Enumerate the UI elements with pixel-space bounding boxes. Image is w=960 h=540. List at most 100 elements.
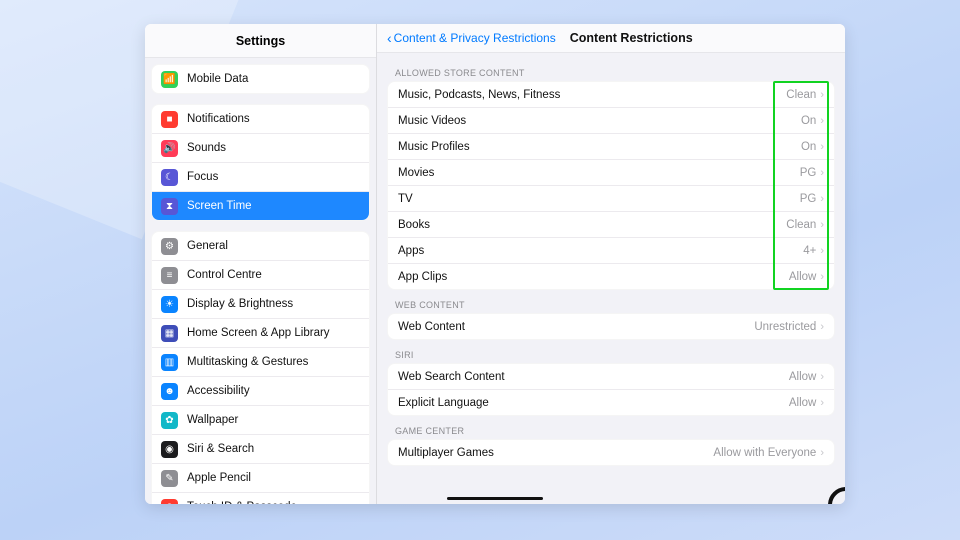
section-header-siri: SIRI xyxy=(387,340,835,363)
setting-label: Movies xyxy=(398,167,434,179)
sidebar-item-focus[interactable]: ☾Focus xyxy=(152,162,369,191)
switches-icon: ≡ xyxy=(161,267,178,284)
detail-header: ‹ Content & Privacy Restrictions Content… xyxy=(377,24,845,53)
setting-row-apps[interactable]: Apps 4+ › xyxy=(388,237,834,263)
sidebar-item-label: Home Screen & App Library xyxy=(187,327,330,339)
allowed-store-group: Music, Podcasts, News, FitnessClean ›Mus… xyxy=(387,81,835,290)
sidebar-item-display-brightness[interactable]: ☀Display & Brightness xyxy=(152,289,369,318)
fingerprint-icon: ◉ xyxy=(161,499,178,505)
sidebar-item-label: Multitasking & Gestures xyxy=(187,356,308,368)
setting-row-app-clips[interactable]: App ClipsAllow › xyxy=(388,263,834,289)
chevron-right-icon: › xyxy=(820,447,824,459)
chevron-right-icon: › xyxy=(820,321,824,333)
settings-window: Settings 📶 Mobile Data ■Notifications🔊So… xyxy=(145,24,845,504)
setting-label: Music, Podcasts, News, Fitness xyxy=(398,89,560,101)
setting-label: Books xyxy=(398,219,430,231)
chevron-right-icon: › xyxy=(820,115,824,127)
chevron-right-icon: › xyxy=(820,371,824,383)
sidebar-item-mobile-data[interactable]: 📶 Mobile Data xyxy=(152,65,369,93)
section-header-game-center: GAME CENTER xyxy=(387,416,835,439)
sidebar-scroll[interactable]: 📶 Mobile Data ■ Notifications 🔊 Sounds ☾Focu… xyxy=(145,58,376,504)
sidebar-item-label: Mobile Data xyxy=(187,73,248,85)
setting-row-web-search-content[interactable]: Web Search Content Allow › xyxy=(388,364,834,389)
setting-value: PG › xyxy=(800,167,824,179)
grid-icon: ▦ xyxy=(161,325,178,342)
back-label: Content & Privacy Restrictions xyxy=(394,31,556,45)
setting-label: TV xyxy=(398,193,413,205)
sidebar-item-control-centre[interactable]: ≡ Control Centre xyxy=(152,260,369,289)
pencil-icon: ✎ xyxy=(161,470,178,487)
chevron-right-icon: › xyxy=(820,271,824,283)
antenna-icon: 📶 xyxy=(161,71,178,88)
sidebar-item-wallpaper[interactable]: ✿ Wallpaper xyxy=(152,405,369,434)
moon-icon: ☾ xyxy=(161,169,178,186)
chevron-right-icon: › xyxy=(820,167,824,179)
setting-row-music-videos[interactable]: Music VideosOn › xyxy=(388,107,834,133)
sidebar-group-general: ⚙General ≡ Control Centre ☀Display & Bright… xyxy=(151,231,370,504)
setting-label: Multiplayer Games xyxy=(398,447,494,459)
page-title: Content Restrictions xyxy=(570,31,693,45)
setting-label: Music Videos xyxy=(398,115,466,127)
setting-value: On › xyxy=(801,141,824,153)
sidebar-item-label: General xyxy=(187,240,228,252)
section-web-content: Web ContentUnrestricted › xyxy=(387,313,835,340)
back-button[interactable]: ‹ Content & Privacy Restrictions xyxy=(387,31,556,45)
setting-value: Allow › xyxy=(789,371,824,383)
sidebar-item-touch-id-passcode[interactable]: ◉ Touch ID & Passcode xyxy=(152,492,369,504)
setting-row-tv[interactable]: TV PG › xyxy=(388,185,834,211)
setting-row-movies[interactable]: Movies PG › xyxy=(388,159,834,185)
chevron-right-icon: › xyxy=(820,245,824,257)
setting-value: Clean › xyxy=(786,219,824,231)
sidebar-item-label: Touch ID & Passcode xyxy=(187,501,297,504)
setting-row-music-profiles[interactable]: Music Profiles On › xyxy=(388,133,834,159)
sidebar-item-label: Display & Brightness xyxy=(187,298,293,310)
sidebar-item-notifications[interactable]: ■ Notifications xyxy=(152,105,369,133)
speaker-icon: 🔊 xyxy=(161,140,178,157)
sidebar-item-screen-time[interactable]: ⧗Screen Time xyxy=(152,191,369,220)
setting-row-books[interactable]: Books Clean › xyxy=(388,211,834,237)
sidebar-item-label: Control Centre xyxy=(187,269,262,281)
detail-pane: ‹ Content & Privacy Restrictions Content… xyxy=(377,24,845,504)
chevron-right-icon: › xyxy=(820,193,824,205)
sidebar-item-home-screen-app-library[interactable]: ▦ Home Screen & App Library xyxy=(152,318,369,347)
setting-label: Music Profiles xyxy=(398,141,470,153)
chevron-left-icon: ‹ xyxy=(387,31,392,45)
flower-icon: ✿ xyxy=(161,412,178,429)
sidebar-item-sounds[interactable]: 🔊 Sounds xyxy=(152,133,369,162)
chevron-right-icon: › xyxy=(820,89,824,101)
setting-value: Allow with Everyone › xyxy=(713,447,824,459)
detail-scroll[interactable]: ALLOWED STORE CONTENT Music, Podcasts, N… xyxy=(377,53,845,504)
setting-value: Clean › xyxy=(786,89,824,101)
chevron-right-icon: › xyxy=(820,141,824,153)
sidebar-item-multitasking-gestures[interactable]: ▥ Multitasking & Gestures xyxy=(152,347,369,376)
bell-icon: ■ xyxy=(161,111,178,128)
setting-label: Web Search Content xyxy=(398,371,505,383)
setting-value: Allow › xyxy=(789,397,824,409)
setting-label: Explicit Language xyxy=(398,397,489,409)
setting-row-web-content[interactable]: Web ContentUnrestricted › xyxy=(388,314,834,339)
sidebar-item-label: Wallpaper xyxy=(187,414,238,426)
sidebar-item-siri-search[interactable]: ◉Siri & Search xyxy=(152,434,369,463)
section-header-web-content: WEB CONTENT xyxy=(387,290,835,313)
setting-row-multiplayer-games[interactable]: Multiplayer Games Allow with Everyone › xyxy=(388,440,834,465)
settings-sidebar: Settings 📶 Mobile Data ■Notifications🔊So… xyxy=(145,24,377,504)
sidebar-item-apple-pencil[interactable]: ✎ Apple Pencil xyxy=(152,463,369,492)
home-indicator xyxy=(447,497,543,500)
sidebar-item-accessibility[interactable]: ☻Accessibility xyxy=(152,376,369,405)
sidebar-group-mobile: 📶 Mobile Data xyxy=(151,64,370,94)
chevron-right-icon: › xyxy=(820,397,824,409)
section-header-allowed-store: ALLOWED STORE CONTENT xyxy=(387,58,835,81)
sidebar-item-label: Sounds xyxy=(187,142,226,154)
setting-row-explicit-language[interactable]: Explicit Language Allow › xyxy=(388,389,834,415)
setting-value: Allow › xyxy=(789,271,824,283)
person-icon: ☻ xyxy=(161,383,178,400)
section-siri: Web Search ContentAllow ›Explicit Langua… xyxy=(387,363,835,416)
sidebar-item-general[interactable]: ⚙General xyxy=(152,232,369,260)
split-icon: ▥ xyxy=(161,354,178,371)
setting-value: PG › xyxy=(800,193,824,205)
sidebar-item-label: Notifications xyxy=(187,113,250,125)
setting-value: 4+ › xyxy=(803,245,824,257)
setting-label: Apps xyxy=(398,245,424,257)
setting-row-music-podcasts-news-fitness[interactable]: Music, Podcasts, News, Fitness Clean › xyxy=(388,82,834,107)
sidebar-item-label: Apple Pencil xyxy=(187,472,251,484)
